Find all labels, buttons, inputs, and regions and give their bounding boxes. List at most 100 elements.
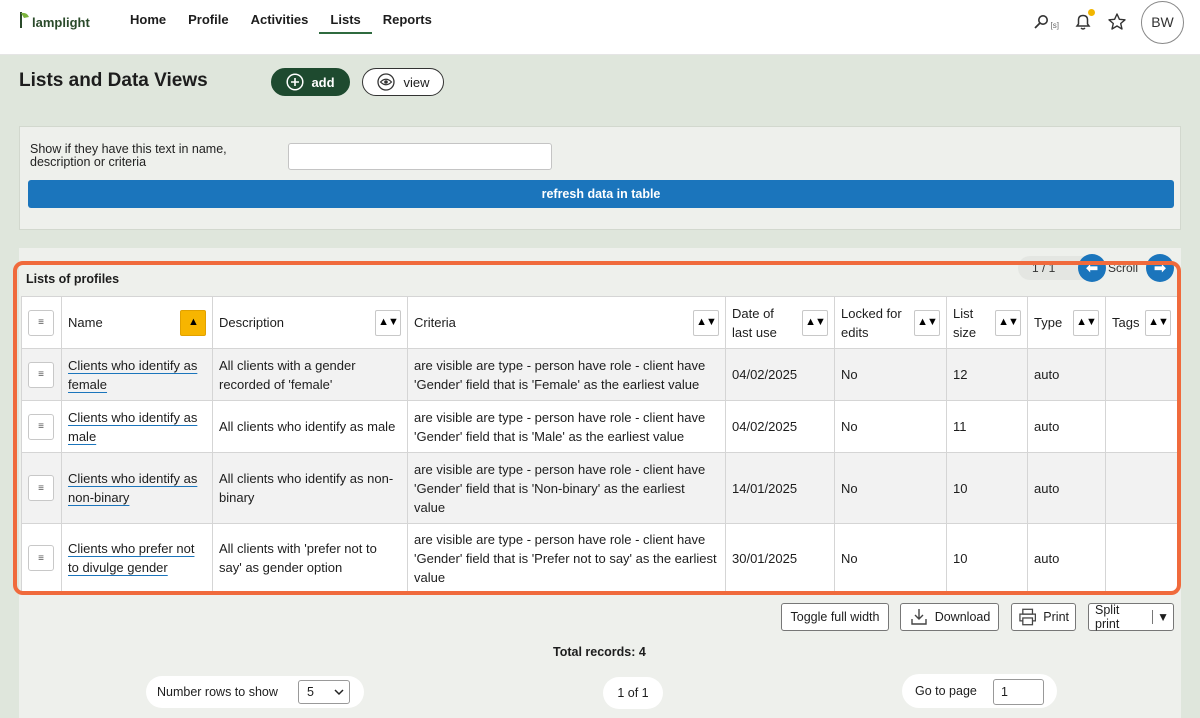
date-cell: 14/01/2025 <box>725 452 835 524</box>
add-button[interactable]: add <box>271 68 350 96</box>
main-nav: Home Profile Activities Lists Reports <box>130 0 443 36</box>
tags-cell <box>1105 400 1178 453</box>
caret-down-icon[interactable]: ▼ <box>1152 610 1169 624</box>
list-name-link[interactable]: Clients who prefer not to divulge gender <box>68 541 194 575</box>
search-icon <box>1033 15 1048 29</box>
size-cell: 12 <box>946 348 1028 401</box>
go-to-page-control: Go to page 1 <box>902 674 1057 708</box>
date-cell: 04/02/2025 <box>725 348 835 401</box>
nav-reports[interactable]: Reports <box>372 0 443 34</box>
lists-table: ≡ Name ▲ Description ▲▼ Criteria ▲▼ Date… <box>21 296 1178 593</box>
view-button[interactable]: view <box>362 68 444 96</box>
rows-label: Number rows to show <box>157 685 278 699</box>
description-cell: All clients who identify as male <box>212 400 408 453</box>
notification-dot <box>1088 9 1095 16</box>
goto-label: Go to page <box>915 684 977 698</box>
print-label: Print <box>1043 610 1069 624</box>
criteria-cell: are visible are type - person have role … <box>407 400 726 453</box>
search-button[interactable]: [s] <box>1033 14 1059 30</box>
list-name-link[interactable]: Clients who identify as non-binary <box>68 471 197 505</box>
scroll-right-button[interactable]: ➡ <box>1146 254 1174 282</box>
row-menu-handle[interactable]: ≡ <box>28 475 54 501</box>
column-label: Description <box>219 315 285 330</box>
rows-value: 5 <box>307 685 314 699</box>
sort-button[interactable]: ▲▼ <box>375 309 401 336</box>
sort-button[interactable]: ▲▼ <box>1145 309 1171 336</box>
user-avatar[interactable]: BW <box>1141 0 1184 44</box>
criteria-cell: are visible are type - person have role … <box>407 523 726 593</box>
column-label: List size <box>953 305 977 340</box>
scroll-left-button[interactable]: ⬅ <box>1078 254 1106 282</box>
column-label: Date of last use <box>732 305 777 340</box>
go-to-page-input[interactable]: 1 <box>993 679 1044 705</box>
size-cell: 10 <box>946 523 1028 593</box>
sort-button[interactable]: ▲▼ <box>693 309 719 336</box>
plus-circle-icon <box>286 73 304 91</box>
sort-button[interactable]: ▲▼ <box>914 309 940 336</box>
nav-profile[interactable]: Profile <box>177 0 239 34</box>
size-cell: 10 <box>946 452 1028 524</box>
nav-lists[interactable]: Lists <box>319 0 372 34</box>
view-label: view <box>403 74 430 90</box>
column-header-type: Type ▲▼ <box>1027 296 1106 349</box>
sort-button[interactable]: ▲▼ <box>802 309 828 336</box>
scroll-control: ⬅ Scroll ➡ <box>1076 254 1176 284</box>
filter-label: Show if they have this text in name, des… <box>30 142 227 169</box>
download-label: Download <box>934 610 991 624</box>
column-menu-handle[interactable]: ≡ <box>28 309 54 336</box>
total-records: Total records: 4 <box>553 645 646 659</box>
table-row: ≡ Clients who prefer not to divulge gend… <box>21 523 1178 593</box>
type-cell: auto <box>1027 523 1106 593</box>
list-name-link[interactable]: Clients who identify as female <box>68 358 197 392</box>
description-cell: All clients who identify as non-binary <box>212 452 408 524</box>
list-name-link[interactable]: Clients who identify as male <box>68 410 197 444</box>
rows-per-page-select[interactable]: 5 <box>298 680 350 704</box>
eye-icon <box>377 73 396 91</box>
column-label: Tags <box>1112 315 1140 330</box>
app-name: lamplight <box>32 15 90 30</box>
tags-cell <box>1105 348 1178 401</box>
handle-header: ≡ <box>21 296 62 349</box>
scroll-label: Scroll <box>1108 261 1139 275</box>
filter-text-input[interactable] <box>288 143 552 170</box>
column-label: Name <box>68 315 103 330</box>
tags-cell <box>1105 523 1178 593</box>
print-button[interactable]: Print <box>1011 603 1076 631</box>
row-menu-handle[interactable]: ≡ <box>28 545 54 571</box>
rows-per-page-control: Number rows to show 5 <box>146 676 364 708</box>
notifications-button[interactable] <box>1073 9 1095 32</box>
table-header-row: ≡ Name ▲ Description ▲▼ Criteria ▲▼ Date… <box>21 296 1178 349</box>
column-label: Criteria <box>414 315 456 330</box>
locked-cell: No <box>834 400 947 453</box>
top-navbar: lamplight Home Profile Activities Lists … <box>0 0 1200 55</box>
refresh-data-button[interactable]: refresh data in table <box>28 180 1174 208</box>
sort-asc-button[interactable]: ▲ <box>180 309 206 336</box>
column-header-date: Date of last use ▲▼ <box>725 296 835 349</box>
date-cell: 04/02/2025 <box>725 400 835 453</box>
download-button[interactable]: Download <box>900 603 999 631</box>
sort-button[interactable]: ▲▼ <box>995 309 1021 336</box>
page-title: Lists and Data Views <box>19 70 208 91</box>
column-header-locked: Locked for edits ▲▼ <box>834 296 947 349</box>
type-cell: auto <box>1027 348 1106 401</box>
nav-home[interactable]: Home <box>130 0 177 34</box>
locked-cell: No <box>834 523 947 593</box>
date-cell: 30/01/2025 <box>725 523 835 593</box>
nav-activities[interactable]: Activities <box>240 0 320 34</box>
column-header-name: Name ▲ <box>61 296 213 349</box>
toggle-full-width-button[interactable]: Toggle full width <box>781 603 889 631</box>
type-cell: auto <box>1027 452 1106 524</box>
row-menu-handle[interactable]: ≡ <box>28 413 54 440</box>
column-label: Type <box>1034 315 1063 330</box>
table-row: ≡ Clients who identify as non-binary All… <box>21 452 1178 524</box>
favourites-button[interactable] <box>1107 12 1127 32</box>
split-print-button[interactable]: Split print ▼ <box>1088 603 1174 631</box>
sort-button[interactable]: ▲▼ <box>1073 309 1099 336</box>
printer-icon <box>1019 608 1036 626</box>
row-menu-handle[interactable]: ≡ <box>28 361 54 388</box>
app-logo[interactable]: lamplight <box>18 9 90 30</box>
add-label: add <box>311 74 335 90</box>
table-title: Lists of profiles <box>26 272 120 286</box>
tags-cell <box>1105 452 1178 524</box>
arrow-left-icon: ⬅ <box>1085 260 1099 277</box>
